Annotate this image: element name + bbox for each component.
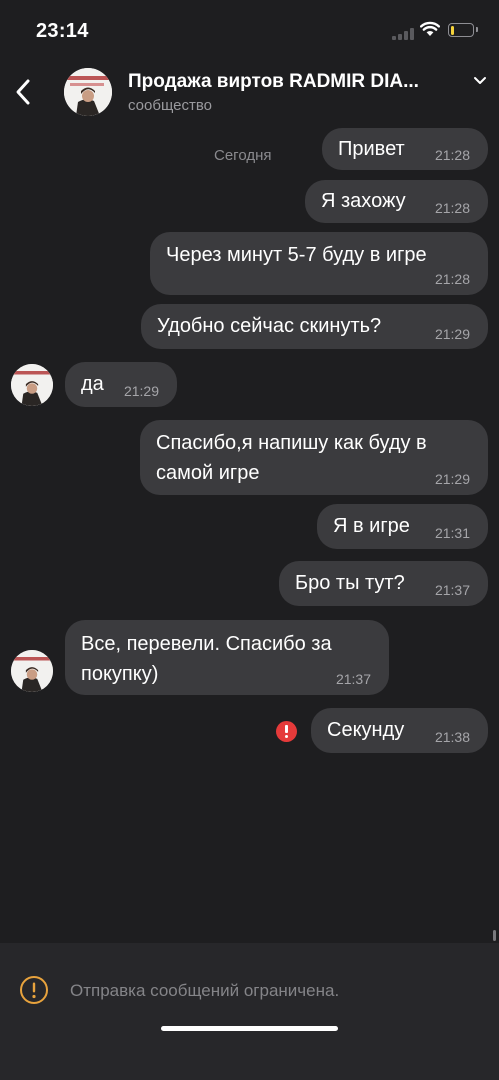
message-bubble-incoming[interactable]: да 21:29 <box>65 362 177 407</box>
message-time: 21:29 <box>123 383 159 399</box>
message-text: Удобно сейчас скинуть? <box>157 315 382 337</box>
message-time: 21:28 <box>434 147 470 163</box>
community-avatar[interactable] <box>64 68 112 116</box>
message-time: 21:38 <box>434 729 470 745</box>
message-bubble-outgoing[interactable]: Я захожу 21:28 <box>305 180 488 223</box>
chat-subtitle: сообщество <box>128 97 212 114</box>
message-text: Через минут 5-7 буду в игре <box>166 244 427 266</box>
warning-icon <box>20 976 48 1004</box>
message-time: 21:29 <box>434 471 470 487</box>
message-time: 21:31 <box>434 525 470 541</box>
signal-icon <box>392 28 414 40</box>
back-icon[interactable] <box>10 76 38 108</box>
restriction-notice: Отправка сообщений ограничена. <box>70 981 340 1000</box>
message-bubble-outgoing-failed[interactable]: Секунду 21:38 <box>311 708 488 753</box>
message-bubble-outgoing[interactable]: Спасибо,я напишу как буду в самой игре 2… <box>140 420 488 495</box>
message-text: да <box>81 373 104 395</box>
status-bar: 23:14 <box>0 0 499 60</box>
message-bubble-outgoing[interactable]: Бро ты тут? 21:37 <box>279 561 488 606</box>
chat-header: Продажа виртов RADMIR DIA... сообщество <box>0 60 499 124</box>
message-text: Спасибо,я напишу как буду в самой игре <box>156 432 427 484</box>
message-bubble-incoming[interactable]: Все, перевели. Спасибо за покупку) 21:37 <box>65 620 389 695</box>
message-time: 21:28 <box>434 271 470 287</box>
message-time: 21:37 <box>335 671 371 687</box>
message-bubble-outgoing[interactable]: Через минут 5-7 буду в игре 21:28 <box>150 232 488 295</box>
chevron-down-icon[interactable] <box>472 74 488 86</box>
message-time: 21:28 <box>434 200 470 216</box>
message-bubble-outgoing[interactable]: Привет 21:28 <box>322 128 488 170</box>
error-icon[interactable] <box>276 721 297 742</box>
input-restricted-bar: Отправка сообщений ограничена. <box>0 943 499 1080</box>
sender-avatar[interactable] <box>11 364 53 406</box>
message-time: 21:29 <box>434 326 470 342</box>
message-text: Я захожу <box>321 190 406 212</box>
message-text: Секунду <box>327 719 405 741</box>
message-bubble-outgoing[interactable]: Удобно сейчас скинуть? 21:29 <box>141 304 488 349</box>
message-text: Я в игре <box>333 515 410 537</box>
home-indicator[interactable] <box>161 1026 338 1031</box>
message-text: Бро ты тут? <box>295 572 405 594</box>
battery-cap <box>476 27 478 32</box>
battery-icon <box>448 23 474 37</box>
date-separator: Сегодня <box>214 147 272 164</box>
status-time: 23:14 <box>36 20 89 42</box>
sender-avatar[interactable] <box>11 650 53 692</box>
message-text: Все, перевели. Спасибо за покупку) <box>81 633 332 685</box>
message-text: Привет <box>338 138 405 160</box>
wifi-icon <box>420 21 440 36</box>
message-time: 21:37 <box>434 582 470 598</box>
scrollbar[interactable] <box>493 930 496 941</box>
chat-title[interactable]: Продажа виртов RADMIR DIA... <box>128 71 464 93</box>
message-bubble-outgoing[interactable]: Я в игре 21:31 <box>317 504 488 549</box>
